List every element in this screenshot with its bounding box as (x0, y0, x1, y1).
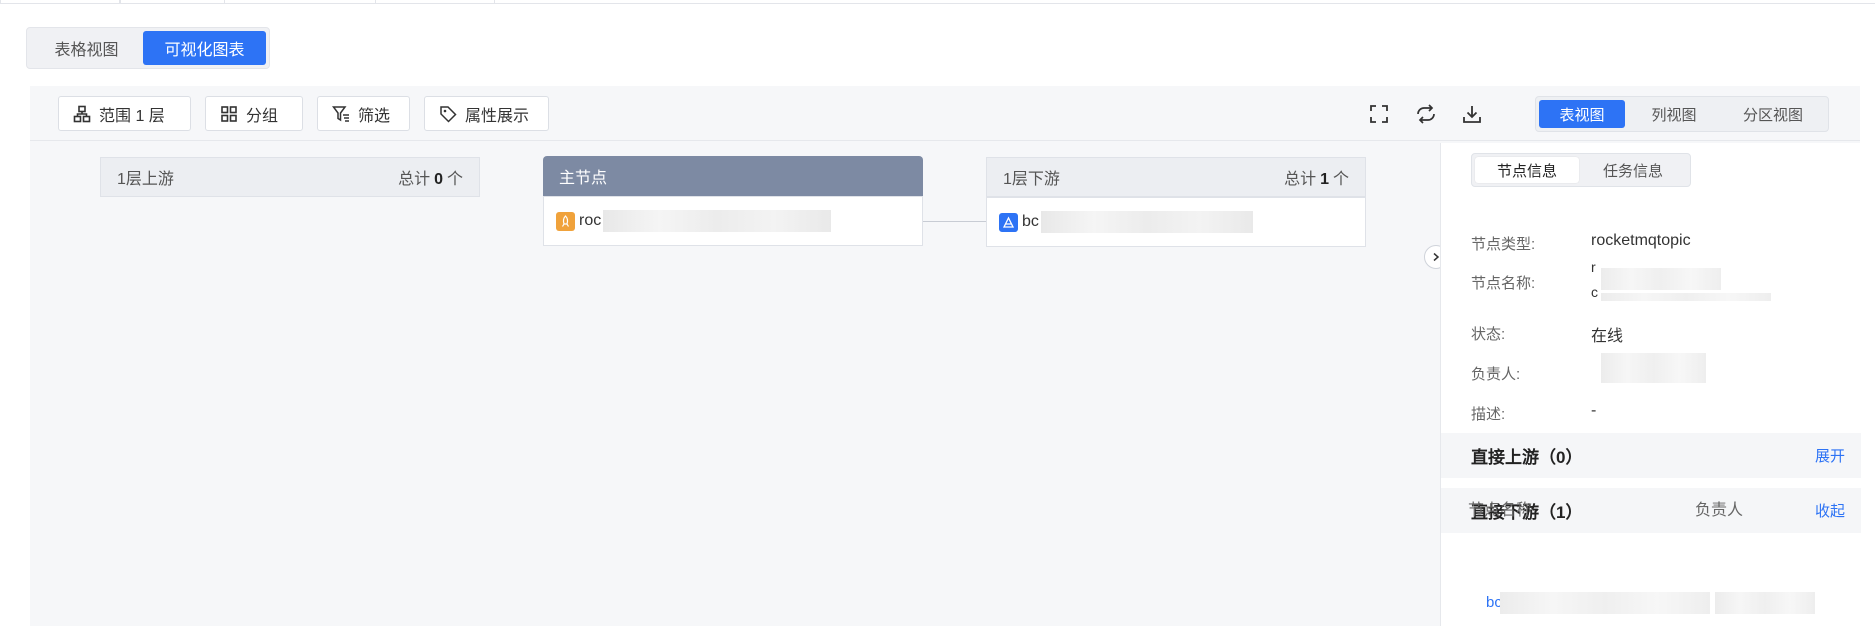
downstream-title: 1层下游 (1003, 171, 1060, 188)
filter-label: 筛选 (358, 107, 391, 125)
redacted-name (1601, 268, 1721, 290)
top-tab-residue (0, 0, 120, 4)
mode-table-view[interactable]: 表视图 (1539, 100, 1625, 128)
redacted-owner (1601, 353, 1706, 383)
redacted-owner (1715, 592, 1815, 614)
node-name-value-line1: r (1591, 259, 1596, 275)
group-label: 分组 (246, 107, 279, 125)
column-header-owner: 负责人 (1695, 502, 1744, 519)
table-view-button[interactable]: 表格视图 (30, 31, 143, 65)
range-button[interactable]: 范围 1 层 (58, 96, 191, 131)
toolbar: 范围 1 层 分组 筛选 属性展示 表视图 列视图 分区视图 (30, 86, 1860, 141)
main-node-header: 主节点 (543, 156, 923, 196)
tag-icon (440, 105, 457, 123)
status-label: 状态: (1471, 326, 1506, 343)
node-type-label: 节点类型: (1471, 236, 1536, 253)
chart-view-button[interactable]: 可视化图表 (143, 31, 266, 65)
node-detail-panel: 节点信息 任务信息 节点类型: rocketmqtopic 节点名称: r c … (1440, 143, 1861, 626)
main-node-name: roc (579, 212, 602, 229)
layout-mode-switch: 表视图 列视图 分区视图 (1535, 96, 1829, 132)
description-value: - (1591, 402, 1597, 419)
mode-partition-view[interactable]: 分区视图 (1723, 100, 1823, 128)
owner-label: 负责人: (1471, 366, 1521, 383)
lineage-canvas: 范围 1 层 分组 筛选 属性展示 表视图 列视图 分区视图 1层上游 总计 0… (30, 86, 1861, 626)
expand-link[interactable]: 展开 (1815, 445, 1845, 466)
collapse-link[interactable]: 收起 (1815, 500, 1845, 521)
tab-node-info[interactable]: 节点信息 (1475, 157, 1579, 183)
download-icon[interactable] (1460, 102, 1484, 126)
downstream-node-name: bc (1022, 213, 1039, 230)
hierarchy-icon (73, 105, 91, 122)
filter-icon (332, 105, 349, 122)
group-button[interactable]: 分组 (205, 96, 303, 131)
filter-button[interactable]: 筛选 (317, 96, 410, 131)
attribute-display-label: 属性展示 (465, 107, 530, 125)
status-value: 在线 (1591, 328, 1624, 345)
panel-tabs: 节点信息 任务信息 (1471, 153, 1691, 187)
tab-task-info[interactable]: 任务信息 (1579, 157, 1687, 183)
upstream-title: 1层上游 (117, 171, 174, 188)
topic-rocket-icon (556, 211, 575, 231)
fullscreen-icon[interactable] (1367, 102, 1391, 126)
view-switch: 表格视图 可视化图表 (26, 27, 270, 69)
task-icon (999, 212, 1018, 232)
direct-upstream-title: 直接上游（0） (1471, 448, 1583, 467)
upstream-total: 总计 0 个 (398, 171, 463, 188)
range-label: 范围 1 层 (99, 107, 165, 125)
grid-icon (221, 105, 237, 122)
redacted-name (1500, 592, 1710, 614)
upstream-column-header: 1层上游 总计 0 个 (100, 157, 480, 197)
attribute-display-button[interactable]: 属性展示 (424, 96, 549, 131)
downstream-node-card[interactable]: bc (986, 197, 1366, 247)
redacted-name (603, 210, 832, 232)
redacted-name (1601, 293, 1771, 301)
direct-upstream-section: 直接上游（0） 展开 (1441, 433, 1861, 478)
redacted-name (1040, 211, 1253, 233)
node-name-value-line2: c (1591, 284, 1598, 300)
node-name-label: 节点名称: (1471, 275, 1536, 292)
downstream-total: 总计 1 个 (1284, 171, 1349, 188)
downstream-column-header: 1层下游 总计 1 个 (986, 157, 1366, 197)
mode-column-view[interactable]: 列视图 (1625, 100, 1723, 128)
node-type-value: rocketmqtopic (1591, 232, 1691, 249)
main-node-card[interactable]: roc (543, 196, 923, 246)
top-tab-residue (120, 0, 225, 4)
lineage-edge (923, 221, 986, 222)
description-label: 描述: (1471, 406, 1506, 423)
top-tab-strip (0, 0, 1875, 4)
top-tab-residue (375, 0, 495, 4)
refresh-icon[interactable] (1414, 102, 1438, 126)
column-header-node-name: 节点名称 (1468, 502, 1533, 519)
